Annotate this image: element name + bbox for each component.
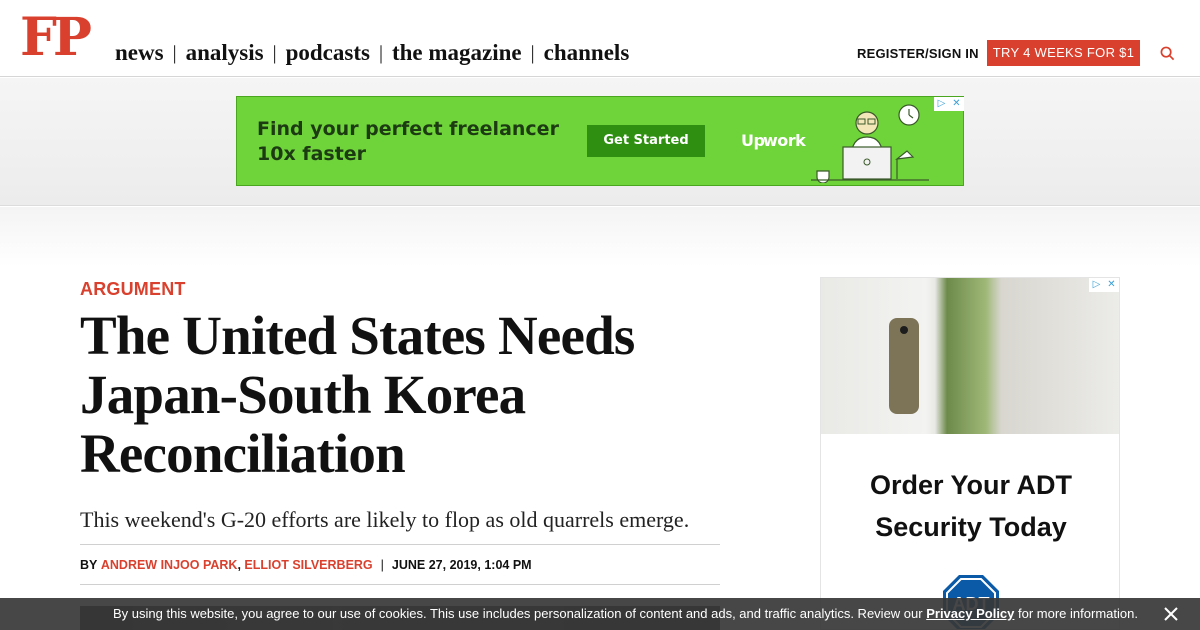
- nav-analysis[interactable]: analysis: [186, 40, 264, 66]
- cookie-text-end: for more information.: [1018, 606, 1138, 621]
- svg-text:Up: Up: [741, 131, 764, 150]
- nav-news[interactable]: news: [115, 40, 164, 66]
- divider: [80, 584, 720, 585]
- cookie-message: By using this website, you agree to our …: [113, 606, 1138, 621]
- adchoices-badge[interactable]: ▷ ✕: [1089, 278, 1119, 292]
- adt-headline-line2: Security Today: [875, 512, 1067, 542]
- search-icon[interactable]: [1160, 46, 1175, 61]
- byline-prefix: BY: [80, 558, 98, 572]
- freelancer-illustration-icon: [811, 104, 929, 183]
- divider: [80, 544, 720, 545]
- upwork-wordmark-icon: Up work: [741, 131, 807, 150]
- get-started-button[interactable]: Get Started: [587, 125, 705, 157]
- adt-sidebar-ad[interactable]: Order Your ADT Security Today ADT: [820, 277, 1120, 630]
- title-line-1: The United States Needs: [80, 305, 635, 366]
- cookie-consent-bar: By using this website, you agree to our …: [0, 598, 1200, 630]
- byline-divider: |: [380, 558, 384, 572]
- trial-subscribe-button[interactable]: TRY 4 WEEKS FOR $1: [987, 40, 1140, 66]
- adt-headline: Order Your ADT Security Today: [821, 464, 1119, 548]
- author-link[interactable]: ANDREW INJOO PARK: [101, 558, 238, 572]
- banner-headline-line2: 10x faster: [257, 143, 367, 165]
- cookie-text: By using this website, you agree to our …: [113, 606, 923, 621]
- upwork-logo: Up work: [741, 130, 811, 157]
- article-kicker[interactable]: ARGUMENT: [80, 279, 186, 300]
- doorbell-photo: [821, 278, 1119, 434]
- main-nav: news | analysis | podcasts | the magazin…: [115, 40, 629, 66]
- byline: BY ANDREW INJOO PARK , ELLIOT SILVERBERG…: [80, 558, 532, 572]
- title-line-3: Reconciliation: [80, 423, 406, 484]
- adt-headline-line1: Order Your ADT: [869, 470, 1073, 500]
- article-dek: This weekend's G-20 efforts are likely t…: [80, 507, 690, 532]
- author-separator: ,: [237, 558, 245, 572]
- nav-divider: |: [272, 41, 277, 64]
- nav-divider: |: [172, 41, 177, 64]
- nav-the-magazine[interactable]: the magazine: [392, 40, 522, 66]
- svg-text:work: work: [763, 131, 806, 150]
- banner-headline: Find your perfect freelancer 10x faster: [257, 117, 559, 167]
- fp-logo[interactable]: FP: [20, 8, 92, 68]
- author-link[interactable]: ELLIOT SILVERBERG: [244, 558, 372, 572]
- close-icon[interactable]: [1162, 605, 1180, 623]
- ad-band-fade: [0, 207, 1200, 267]
- close-ad-icon[interactable]: ✕: [949, 97, 964, 111]
- title-line-2: Japan-South Korea: [80, 364, 526, 425]
- nav-divider: |: [530, 41, 535, 64]
- adchoices-badge[interactable]: ▷ ✕: [934, 97, 964, 111]
- banner-headline-line1: Find your perfect freelancer: [257, 118, 559, 140]
- article-title: The United States Needs Japan-South Kore…: [80, 306, 760, 483]
- site-header: FP news | analysis | podcasts | the maga…: [0, 0, 1200, 77]
- close-ad-icon[interactable]: ✕: [1104, 278, 1119, 292]
- nav-channels[interactable]: channels: [544, 40, 630, 66]
- camera-lens: [900, 326, 908, 334]
- adchoices-icon[interactable]: ▷: [934, 97, 949, 111]
- adchoices-icon[interactable]: ▷: [1089, 278, 1104, 292]
- nav-divider: |: [378, 41, 383, 64]
- privacy-policy-link[interactable]: Privacy Policy: [926, 606, 1014, 621]
- register-sign-in-link[interactable]: REGISTER/SIGN IN: [857, 46, 979, 61]
- nav-podcasts[interactable]: podcasts: [286, 40, 370, 66]
- upwork-banner-ad[interactable]: Find your perfect freelancer 10x faster …: [236, 96, 964, 186]
- publish-date: JUNE 27, 2019, 1:04 PM: [391, 558, 532, 572]
